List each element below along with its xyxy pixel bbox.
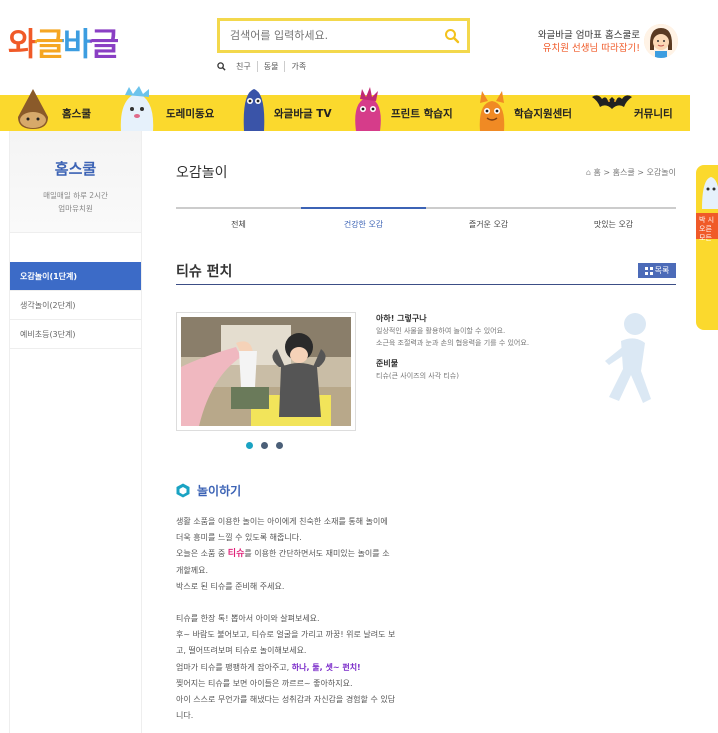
activity-photo (176, 312, 356, 431)
blue-monster-character-icon (243, 89, 265, 131)
info-text: 일상적인 사물을 활용하여 놀이할 수 있어요. (376, 327, 506, 335)
article-title: 티슈 펀치 (176, 264, 233, 280)
search-box (217, 18, 470, 53)
category-tabs: 전체 건강한 오감 즐거운 오감 맛있는 오감 (176, 207, 676, 231)
body-line: 더욱 흥미를 느낄 수 있도록 해줍니다. (176, 533, 302, 543)
info-heading-materials: 준비물 (376, 359, 399, 368)
walking-figure-icon (605, 313, 651, 403)
list-button-label: 목록 (654, 266, 670, 275)
search-input[interactable] (220, 29, 437, 42)
info-text: 티슈(큰 사이즈의 사각 티슈) (376, 372, 459, 380)
sidebar-title: 홈스쿨 (54, 160, 97, 178)
slider-dot[interactable] (246, 442, 253, 449)
hexagon-icon (176, 483, 190, 498)
play-description: 생활 소품을 이용한 놀이는 아이에게 친숙한 소재를 통해 놀이에 더욱 흥미… (176, 514, 416, 724)
tab-fun-senses[interactable]: 즐거운 오감 (426, 209, 551, 231)
keyword-link[interactable]: 친구 (230, 61, 258, 72)
body-line: 후~ 바람도 불어보고, 티슈로 얼굴을 가리고 까꿍! 위로 날려도 보 (176, 630, 396, 640)
keyword-link[interactable]: 가족 (285, 61, 312, 72)
nav-homeschool[interactable]: 홈스쿨 (62, 95, 91, 131)
sidebar-item-thinking-play[interactable]: 생각놀이(2단계) (10, 291, 141, 320)
nav-learning-support[interactable]: 학습지원센터 (514, 95, 572, 131)
logo-text: 와글바글 (8, 19, 120, 65)
nav-community[interactable]: 커뮤니티 (634, 95, 673, 131)
quick-menu-badge: 박 시 오른 모든 (696, 213, 718, 242)
popular-keywords: 친구 동물 가족 (217, 61, 312, 72)
floating-quick-menu[interactable]: 박 시 오른 모든 (696, 165, 718, 330)
child-tissue-photo (181, 317, 351, 426)
nav-doremi-songs[interactable]: 도레미동요 (166, 95, 214, 131)
info-heading-aha: 아하! 그렇구나 (376, 314, 427, 323)
body-line: 개할께요. (176, 565, 208, 575)
home-icon[interactable]: ⌂ (586, 168, 591, 177)
nav-label: 커뮤니티 (634, 107, 673, 120)
body-line: 찢어지는 티슈를 보면 아이들은 까르르~ 좋아하지요. (176, 678, 353, 688)
sidebar-item-sensory-play[interactable]: 오감놀이(1단계) (10, 262, 141, 291)
highlight-punch: 하나, 둘, 셋~ 펀치! (291, 662, 361, 672)
pink-monster-character-icon (355, 87, 381, 131)
sidebar-header: 홈스쿨 매일매일 하루 2시간 엄마유치원 (10, 131, 141, 233)
mascot-icon (702, 177, 718, 209)
sidebar-sub-line2: 엄마유치원 (58, 204, 93, 213)
sidebar: 홈스쿨 매일매일 하루 2시간 엄마유치원 오감놀이(1단계) 생각놀이(2단계… (9, 131, 142, 733)
highlight-tissue: 티슈 (227, 549, 245, 560)
nav-label: 와글바글 TV (274, 107, 332, 120)
body-line: 엄마가 티슈를 팽팽하게 잡아주고, 하나, 둘, 셋~ 펀치! (176, 662, 361, 672)
nav-print-worksheets[interactable]: 프린트 학습지 (391, 95, 453, 131)
tab-all[interactable]: 전체 (176, 209, 301, 231)
play-section-header: 놀이하기 (176, 482, 241, 499)
quick-menu-text: 오른 (699, 225, 712, 233)
body-line: 생활 소품을 이용한 놀이는 아이에게 친숙한 소재를 통해 놀이에 (176, 517, 388, 526)
ghost-character-icon (120, 86, 154, 131)
keyword-link[interactable]: 동물 (258, 61, 286, 72)
play-title: 놀이하기 (197, 484, 242, 498)
body-line: 티슈를 한장 톡! 뽑아서 아이와 살펴보세요. (176, 614, 320, 624)
promo-line2: 유치원 선생님 따라잡기! (542, 43, 640, 54)
search-icon (445, 28, 460, 43)
body-line: 니다. (176, 711, 194, 721)
nav-label: 프린트 학습지 (391, 107, 453, 120)
body-line: 박스로 된 티슈를 준비해 주세요. (176, 581, 285, 591)
slider-dots (246, 442, 283, 449)
teacher-avatar-icon (644, 24, 678, 58)
nav-label: 홈스쿨 (62, 107, 91, 120)
orange-cat-character-icon (479, 91, 505, 131)
main-nav: 홈스쿨 도레미동요 와글바글 TV 프린트 학습지 학습지원센터 커뮤니티 (0, 86, 690, 131)
slider-dot[interactable] (276, 442, 283, 449)
search-small-icon (217, 62, 226, 71)
activity-info: 아하! 그렇구나 일상적인 사물을 활용하여 놀이할 수 있어요. 소근육 조절… (376, 313, 529, 382)
search-button[interactable] (437, 21, 467, 50)
breadcrumb-text: 홈 > 홈스쿨 > 오감놀이 (593, 168, 676, 177)
body-line: 오늘은 소품 중 티슈를 이용한 간단하면서도 재미있는 놀이를 소 (176, 549, 390, 560)
sidebar-sub-line1: 매일매일 하루 2시간 (43, 191, 108, 200)
tab-healthy-senses[interactable]: 건강한 오감 (301, 207, 426, 231)
nav-label: 학습지원센터 (514, 107, 572, 120)
sidebar-subtitle: 매일매일 하루 2시간 엄마유치원 (10, 189, 141, 215)
quick-menu-text: 모든 (699, 234, 712, 242)
info-text: 소근육 조절력과 눈과 손의 협응력을 기를 수 있어요. (376, 339, 530, 347)
nav-label: 도레미동요 (166, 107, 215, 120)
sidebar-item-pre-elementary[interactable]: 예비초등(3단계) (10, 320, 141, 349)
bat-character-icon (592, 95, 632, 109)
promo-line1: 와글바글 엄마표 홈스쿨로 (537, 30, 640, 41)
article-header: 티슈 펀치 목록 (176, 255, 676, 285)
quick-menu-text: 박 시 (699, 216, 715, 224)
promo-banner[interactable]: 와글바글 엄마표 홈스쿨로 유치원 선생님 따라잡기! (538, 29, 640, 55)
chestnut-character-icon (18, 89, 48, 129)
body-line: 아이 스스로 무언가를 해냈다는 성취감과 자신감을 경험할 수 있답 (176, 695, 396, 705)
nav-waglebagle-tv[interactable]: 와글바글 TV (274, 95, 332, 131)
page-title: 오감놀이 (176, 165, 228, 181)
site-logo[interactable]: 와글바글 (8, 18, 120, 66)
tab-tasty-senses[interactable]: 맛있는 오감 (551, 209, 676, 231)
list-button[interactable]: 목록 (638, 263, 676, 278)
grid-icon (644, 266, 653, 275)
body-line: 고, 떨어뜨려보며 티슈로 놀이해보세요. (176, 646, 307, 656)
breadcrumb: ⌂ 홈 > 홈스쿨 > 오감놀이 (586, 167, 676, 178)
slider-dot[interactable] (261, 442, 268, 449)
